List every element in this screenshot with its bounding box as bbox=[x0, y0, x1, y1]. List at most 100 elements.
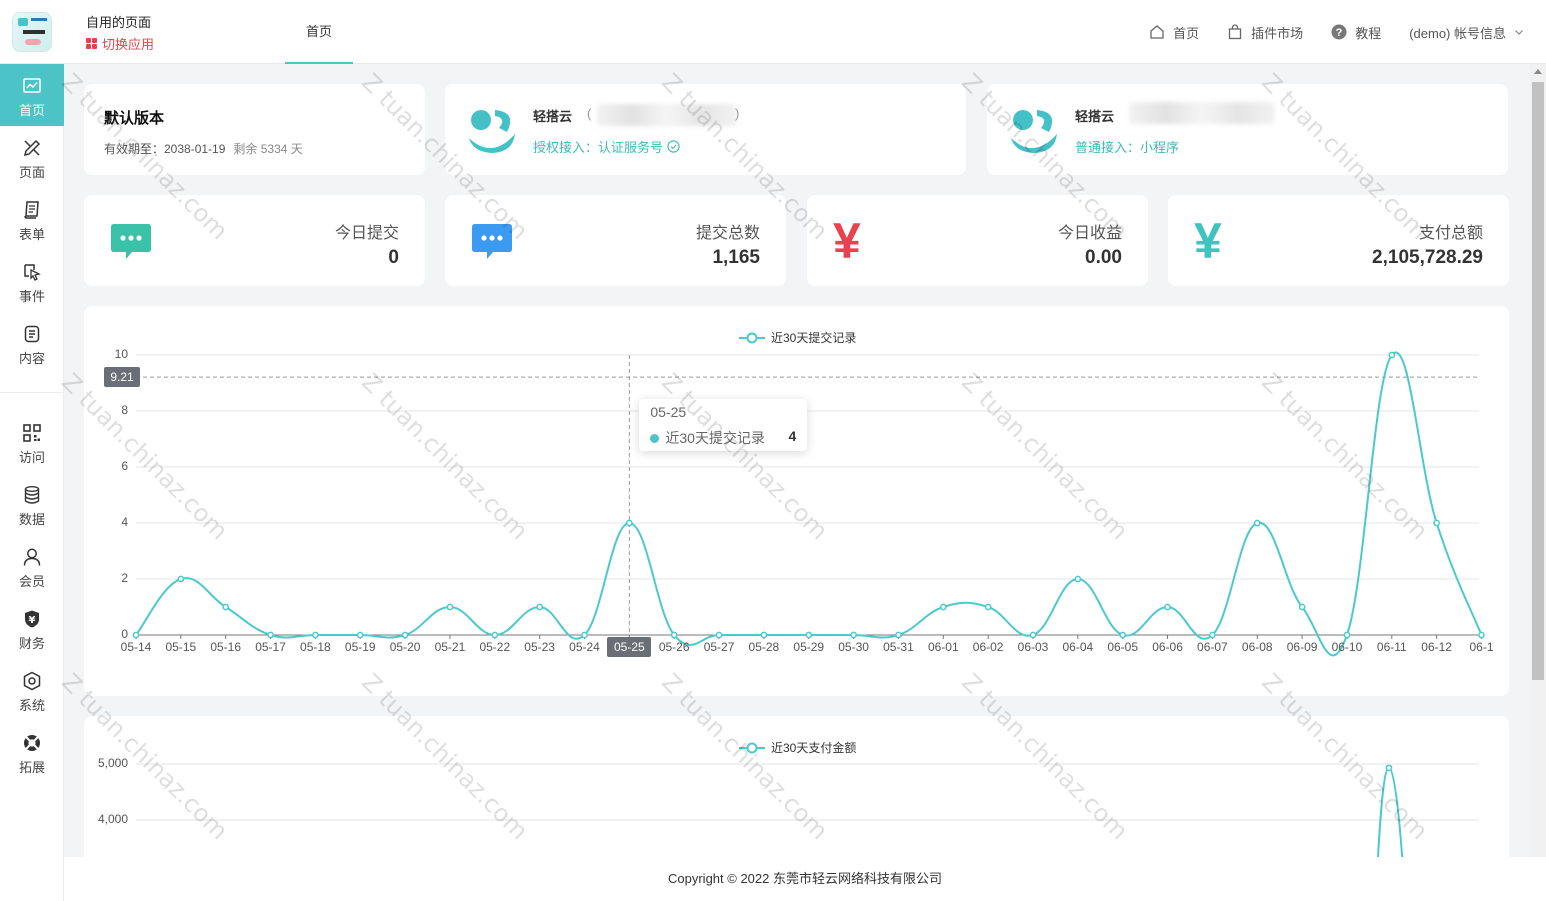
data-point bbox=[312, 631, 319, 639]
x-tick-label: 06-04 bbox=[1062, 640, 1094, 654]
grid-icon bbox=[86, 38, 97, 49]
sidebar-item-data[interactable]: 数据 bbox=[0, 473, 64, 535]
chat-bubble-icon bbox=[472, 224, 512, 259]
data-point bbox=[356, 631, 364, 639]
scroll-up-arrow[interactable] bbox=[1534, 69, 1542, 74]
version-title: 默认版本 bbox=[104, 110, 165, 127]
x-tick-label: 05-29 bbox=[793, 640, 825, 654]
x-tick-label: 05-16 bbox=[210, 640, 242, 654]
qr-code-icon bbox=[23, 424, 41, 442]
nav-plugin-market-label: 插件市场 bbox=[1251, 25, 1304, 41]
x-tick-label: 05-20 bbox=[389, 640, 421, 654]
data-point bbox=[805, 631, 813, 639]
data-point bbox=[581, 631, 588, 639]
tooltip-value: 4 bbox=[788, 428, 797, 444]
nav-plugin-market-link[interactable]: 插件市场 bbox=[1227, 23, 1303, 42]
x-tick-label: 06-12 bbox=[1421, 640, 1452, 654]
data-point bbox=[1433, 519, 1441, 527]
data-point bbox=[760, 631, 768, 639]
svg-text:¥: ¥ bbox=[29, 615, 36, 626]
y-tick-label: 8 bbox=[121, 403, 128, 417]
x-tick-label: 05-21 bbox=[434, 640, 466, 654]
svg-text:?: ? bbox=[1336, 27, 1343, 39]
sidebar-item-members[interactable]: 会员 bbox=[0, 535, 64, 597]
data-point bbox=[1119, 631, 1127, 639]
redacted-account-id bbox=[597, 104, 737, 126]
stat-label: 今日收益 bbox=[1057, 225, 1122, 242]
nav-tutorial-link[interactable]: ? 教程 bbox=[1331, 23, 1381, 42]
x-tick-label: 05-30 bbox=[838, 640, 869, 654]
x-tick-label: 05-14 bbox=[120, 640, 152, 654]
nav-tutorial-label: 教程 bbox=[1355, 25, 1382, 41]
form-sheet-icon bbox=[24, 201, 39, 219]
home-icon bbox=[1150, 25, 1164, 39]
stat-card-today-submissions: 今日提交 0 bbox=[84, 195, 425, 286]
switch-app-link[interactable]: 切换应用 bbox=[86, 34, 154, 53]
x-tick-label: 06-02 bbox=[972, 640, 1004, 654]
y-tick-label: 6 bbox=[121, 459, 128, 473]
tooltip-series-row: 近30天提交记录 bbox=[650, 428, 765, 448]
expiry-date: 有效期至：2038-01-19 bbox=[104, 142, 226, 156]
event-cursor-icon bbox=[24, 264, 41, 281]
sidebar-item-home[interactable]: 首页 bbox=[0, 64, 64, 126]
x-tick-label: 06-01 bbox=[927, 640, 959, 654]
top-nav: 首页 插件市场 ? 教程 (demo) 帐号信息 bbox=[1149, 0, 1524, 64]
submissions-line-chart[interactable] bbox=[84, 306, 1509, 696]
nav-home-link[interactable]: 首页 bbox=[1149, 23, 1199, 42]
data-point bbox=[401, 631, 409, 639]
extension-ring-icon bbox=[24, 735, 40, 751]
page-scrollbar[interactable] bbox=[1530, 64, 1546, 857]
data-point bbox=[1164, 603, 1171, 611]
yen-icon: ¥ bbox=[1194, 213, 1222, 269]
sidebar-item-content[interactable]: 内容 bbox=[0, 312, 64, 374]
yen-shield-icon: ¥ bbox=[25, 610, 39, 628]
stat-label: 今日提交 bbox=[334, 225, 399, 242]
x-tick-label: 06-05 bbox=[1107, 640, 1139, 654]
x-tick-label: 06-08 bbox=[1241, 640, 1273, 654]
tooltip-series-dot bbox=[650, 433, 660, 443]
x-tick-label: 05-28 bbox=[748, 640, 780, 654]
sidebar-item-access[interactable]: 访问 bbox=[0, 411, 64, 473]
tab-home[interactable]: 首页 bbox=[285, 0, 353, 64]
qingdayun-brand-icon bbox=[1011, 110, 1057, 153]
chat-bubble-icon bbox=[111, 224, 151, 259]
sidebar-item-label: 页面 bbox=[18, 165, 45, 180]
stat-value: 0 bbox=[388, 247, 399, 268]
scrollbar-thumb[interactable] bbox=[1532, 82, 1544, 680]
stat-value: 2,105,728.29 bbox=[1372, 247, 1483, 268]
tooltip-title: 05-25 bbox=[650, 404, 687, 420]
sidebar-item-system[interactable]: 系统 bbox=[0, 659, 64, 721]
account-menu[interactable]: (demo) 帐号信息 bbox=[1409, 23, 1524, 42]
x-tick-label: 05-19 bbox=[344, 640, 376, 654]
x-tick-label: 06-07 bbox=[1197, 640, 1228, 654]
data-point bbox=[895, 631, 902, 639]
stat-card-today-income: ¥ 今日收益 0.00 bbox=[807, 195, 1148, 286]
stat-value: 1,165 bbox=[712, 247, 760, 268]
sidebar-divider bbox=[0, 392, 64, 393]
dashboard-chart-icon bbox=[23, 78, 41, 93]
sidebar-item-finance[interactable]: ¥ 财务 bbox=[0, 597, 64, 659]
stat-label: 提交总数 bbox=[695, 225, 760, 242]
sidebar-item-extensions[interactable]: 拓展 bbox=[0, 721, 64, 783]
sidebar-item-events[interactable]: 事件 bbox=[0, 250, 64, 312]
switch-app-label: 切换应用 bbox=[102, 37, 155, 52]
sidebar-item-label: 会员 bbox=[18, 574, 45, 589]
sidebar-item-forms[interactable]: 表单 bbox=[0, 188, 64, 250]
miniprogram-link[interactable]: 普通接入：小程序 bbox=[1075, 137, 1179, 156]
x-tick-label: 05-17 bbox=[255, 640, 286, 654]
data-point bbox=[177, 575, 185, 583]
sidebar-item-pages[interactable]: 页面 bbox=[0, 126, 64, 188]
x-tick-label: 05-15 bbox=[165, 640, 197, 654]
account-card-service: 轻搭云 ( ) 授权接入：认证服务号 bbox=[445, 84, 966, 175]
sidebar-item-label: 首页 bbox=[18, 103, 45, 118]
service-account-link[interactable]: 授权接入：认证服务号 bbox=[533, 137, 680, 156]
expiry-info: 有效期至：2038-01-19 剩余 5334 天 bbox=[104, 140, 303, 157]
data-point bbox=[984, 603, 992, 611]
settings-hex-icon bbox=[23, 671, 41, 691]
data-point bbox=[1253, 519, 1261, 527]
y-tick-label: 5,000 bbox=[97, 756, 128, 770]
chart-tooltip: 05-25 近30天提交记录 4 bbox=[639, 399, 808, 451]
x-tick-label: 05-27 bbox=[703, 640, 735, 654]
app-logo[interactable] bbox=[12, 12, 52, 52]
data-point bbox=[1029, 631, 1037, 639]
